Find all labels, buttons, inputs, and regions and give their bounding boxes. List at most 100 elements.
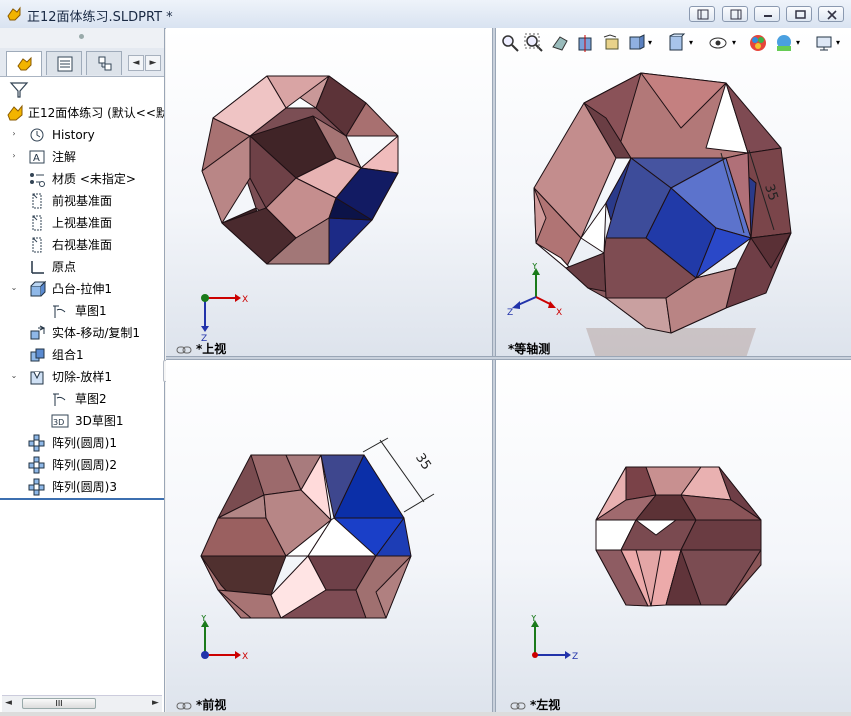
history-icon: [30, 128, 44, 142]
viewport-front-label: *前视: [176, 696, 226, 713]
axis-y-label: Y: [531, 263, 538, 272]
previous-view-icon[interactable]: [550, 33, 570, 53]
restore-viewport-button[interactable]: [689, 6, 715, 22]
link-views-icon[interactable]: [510, 701, 526, 711]
cut-loft-icon: [30, 371, 44, 385]
part-file-icon: [7, 6, 21, 21]
tree-item-label: 实体-移动/复制1: [52, 326, 141, 340]
filter-icon[interactable]: [9, 80, 29, 100]
tree-item-label: 切除-放样1: [52, 370, 112, 384]
front-dimension-label: 35: [412, 451, 434, 473]
tile-viewport-button[interactable]: [722, 6, 748, 22]
scrollbar-thumb[interactable]: III: [22, 698, 96, 709]
panel-grip[interactable]: [0, 28, 164, 49]
plane-icon: [32, 237, 42, 253]
view-orientation-icon[interactable]: [626, 33, 646, 53]
close-button[interactable]: [818, 6, 844, 22]
tree-item[interactable]: › A 注解: [0, 146, 164, 168]
tree-item[interactable]: 右视基准面: [0, 234, 164, 256]
circular-pattern-icon: [28, 434, 45, 452]
tree-item-label: 阵列(圆周)3: [52, 480, 117, 494]
viewport-top[interactable]: X Z *上视: [166, 28, 492, 356]
collapse-arrow-icon[interactable]: ⌄: [9, 370, 19, 382]
axis-x-label: X: [242, 295, 248, 305]
section-view-icon[interactable]: [576, 33, 596, 53]
tree-item-label: 草图1: [75, 304, 107, 318]
origin-icon: [31, 261, 44, 274]
dropdown-arrow-icon[interactable]: ▾: [689, 38, 693, 47]
tree-item[interactable]: ⌄ 切除-放样1: [0, 366, 164, 388]
triad-isometric: Y X Z: [507, 263, 562, 318]
viewport-front[interactable]: 35 Y X *前视: [166, 360, 492, 716]
tree-item[interactable]: › History: [0, 124, 164, 146]
sketch-icon: [53, 393, 66, 406]
circular-pattern-icon: [28, 456, 45, 474]
close-icon: [827, 10, 837, 20]
tree-item-label: 前视基准面: [52, 194, 113, 208]
tree-item-label: 3D草图1: [75, 414, 124, 428]
viewport-isometric-label: *等轴测: [508, 342, 551, 356]
tree-root-part[interactable]: 正12面体练习 (默认<<默: [0, 102, 164, 124]
tree-item[interactable]: 3D 3D草图1: [0, 410, 164, 432]
apply-scene-icon[interactable]: [774, 33, 794, 53]
tree-item[interactable]: 上视基准面: [0, 212, 164, 234]
tree-root-label: 正12面体练习 (默认<<默: [28, 106, 164, 120]
edit-appearance-icon[interactable]: [748, 33, 768, 53]
link-views-icon[interactable]: [176, 701, 192, 711]
zoom-to-fit-icon[interactable]: [500, 33, 520, 53]
tab-property-manager[interactable]: [46, 51, 82, 75]
tree-item[interactable]: 阵列(圆周)2: [0, 454, 164, 476]
tree-item[interactable]: 前视基准面: [0, 190, 164, 212]
tree-item-label: 阵列(圆周)1: [52, 436, 117, 450]
maximize-button[interactable]: [786, 6, 812, 22]
tree-item-label: 阵列(圆周)2: [52, 458, 117, 472]
tree-item-label: 注解: [52, 150, 77, 164]
tree-item[interactable]: 组合1: [0, 344, 164, 366]
heads-up-view-toolbar: ▾ ▾ ▾ ▾ ▾: [496, 28, 851, 58]
expand-arrow-icon[interactable]: ›: [9, 150, 19, 162]
tab-configuration-manager[interactable]: [86, 51, 122, 75]
tree-item[interactable]: 材质 <未指定>: [0, 168, 164, 190]
tree-item[interactable]: 草图2: [0, 388, 164, 410]
title-bar: 正12面体练习.SLDPRT *: [0, 0, 851, 29]
plane-icon: [32, 215, 42, 231]
zoom-to-area-icon[interactable]: [524, 33, 544, 53]
tree-item[interactable]: 实体-移动/复制1: [0, 322, 164, 344]
viewport-top-label: *上视: [176, 340, 226, 356]
tree-item[interactable]: 阵列(圆周)3: [0, 476, 164, 498]
view-settings-icon[interactable]: [814, 33, 834, 53]
collapse-arrow-icon[interactable]: ⌄: [9, 282, 19, 294]
tree-item[interactable]: ⌄ 凸台-拉伸1: [0, 278, 164, 300]
tree-item[interactable]: 阵列(圆周)1: [0, 432, 164, 454]
horizontal-scrollbar[interactable]: ◄ III ►: [2, 695, 162, 712]
tabs-scroll-right-button[interactable]: ►: [145, 55, 161, 71]
axis-y-label: Y: [530, 615, 537, 624]
axis-y-label: Y: [200, 615, 207, 624]
expand-arrow-icon[interactable]: ›: [9, 128, 19, 140]
axis-x-label: X: [556, 308, 562, 318]
property-manager-icon: [57, 56, 73, 72]
hide-show-items-icon[interactable]: [708, 33, 728, 53]
triad-front: Y X: [200, 615, 248, 662]
minimize-button[interactable]: [754, 6, 780, 22]
tree-item-label: 草图2: [75, 392, 107, 406]
dropdown-arrow-icon[interactable]: ▾: [836, 38, 840, 47]
tree-item[interactable]: 原点: [0, 256, 164, 278]
dropdown-arrow-icon[interactable]: ▾: [648, 38, 652, 47]
tab-feature-manager[interactable]: [6, 51, 42, 76]
dynamic-annotation-icon[interactable]: [602, 33, 622, 53]
filter-row: [0, 77, 164, 101]
viewport-isometric[interactable]: 35 Y X Z *等轴测: [496, 28, 851, 356]
tabs-scroll-left-button[interactable]: ◄: [128, 55, 144, 71]
triad-left: Y Z: [530, 615, 578, 662]
tree-item-label: 原点: [52, 260, 77, 274]
maximize-icon: [795, 10, 806, 19]
move-copy-icon: [30, 325, 46, 340]
viewport-left[interactable]: Y Z *左视: [496, 360, 851, 716]
link-views-icon[interactable]: [176, 345, 192, 355]
annotation-icon: A: [29, 150, 45, 164]
dropdown-arrow-icon[interactable]: ▾: [796, 38, 800, 47]
tree-item[interactable]: 草图1: [0, 300, 164, 322]
display-style-icon[interactable]: [666, 33, 686, 53]
dropdown-arrow-icon[interactable]: ▾: [732, 38, 736, 47]
